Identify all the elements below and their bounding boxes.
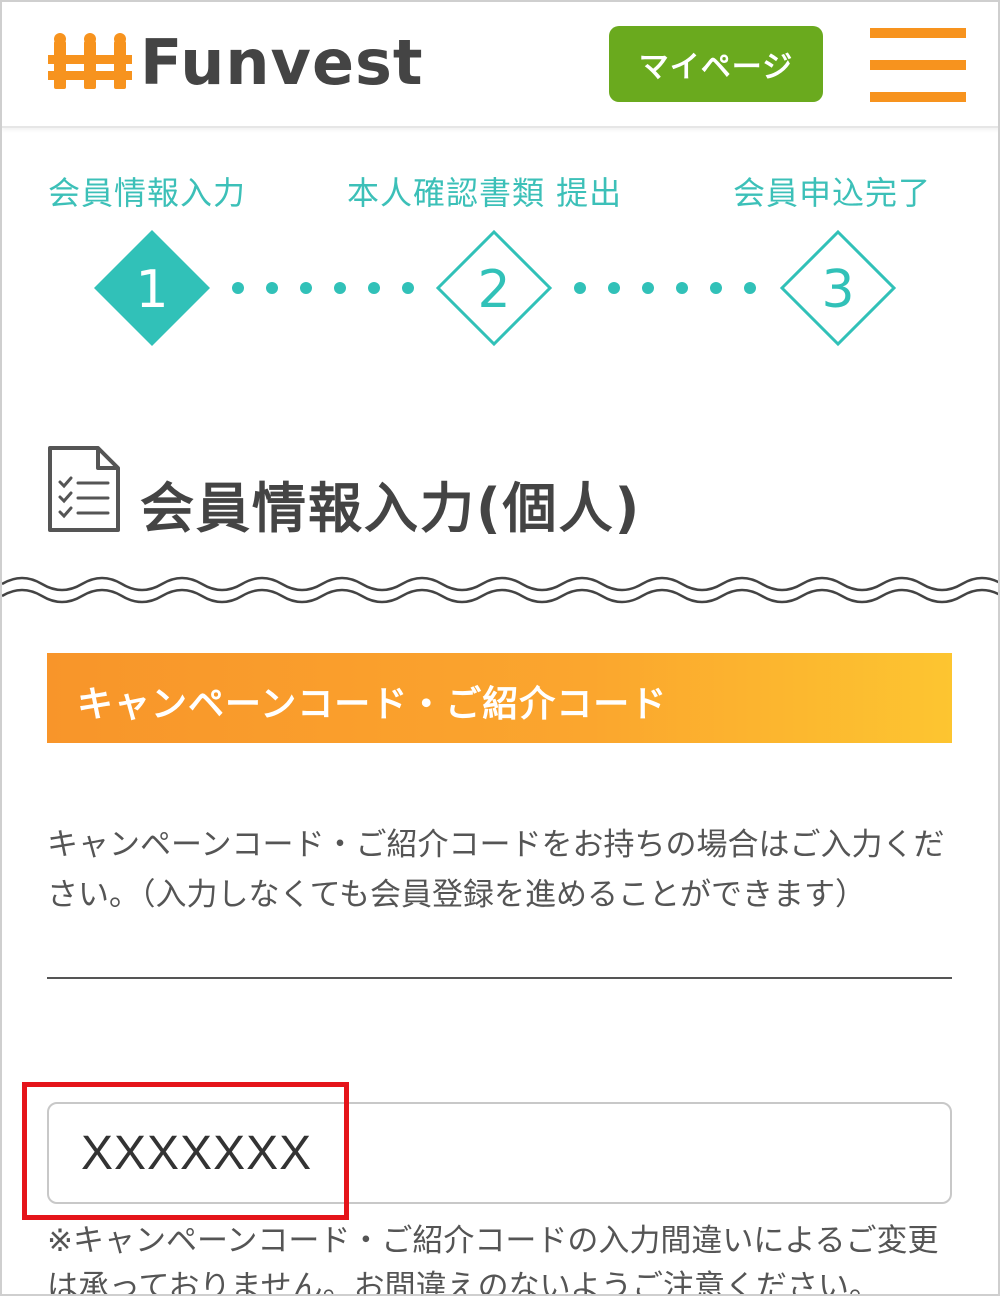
step-2-marker: 2 bbox=[435, 229, 553, 347]
logo-text: Funvest bbox=[140, 26, 424, 99]
step-1-number: 1 bbox=[135, 260, 168, 320]
step-indicator: 1 2 3 bbox=[94, 229, 897, 347]
site-header: Funvest マイページ bbox=[2, 2, 998, 128]
step-3-number: 3 bbox=[821, 260, 854, 320]
step-label-2: 本人確認書類 提出 bbox=[347, 174, 623, 212]
section-divider bbox=[47, 977, 952, 979]
wave-divider bbox=[2, 576, 998, 604]
section-title: キャンペーンコード・ご紹介コード bbox=[77, 684, 668, 725]
step-label-1: 会員情報入力 bbox=[48, 174, 247, 212]
input-caution-note: ※キャンペーンコード・ご紹介コードの入力間違いによるご変更は承っておりません。お… bbox=[47, 1223, 939, 1296]
logo[interactable]: Funvest bbox=[48, 28, 424, 98]
hamburger-icon[interactable] bbox=[870, 28, 966, 104]
section-header-bar: キャンペーンコード・ご紹介コード bbox=[47, 653, 952, 743]
step-label-3: 会員申込完了 bbox=[733, 174, 932, 212]
fence-logo-icon bbox=[48, 33, 132, 89]
step-1-marker: 1 bbox=[94, 230, 210, 346]
mypage-button[interactable]: マイページ bbox=[609, 26, 823, 102]
page-frame: Funvest マイページ 会員情報入力 本人確認書類 提出 会員申込完了 1 … bbox=[0, 0, 1000, 1296]
page-title: 会員情報入力(個人) bbox=[140, 477, 642, 540]
section-description: キャンペーンコード・ご紹介コードをお持ちの場合はご入力ください。（入力しなくても… bbox=[47, 827, 945, 913]
step-2-number: 2 bbox=[477, 260, 510, 320]
step-dots-1 bbox=[232, 282, 414, 294]
step-dots-2 bbox=[574, 282, 756, 294]
step-3-marker: 3 bbox=[779, 229, 897, 347]
campaign-code-input[interactable] bbox=[47, 1102, 952, 1204]
checklist-document-icon bbox=[48, 446, 120, 532]
